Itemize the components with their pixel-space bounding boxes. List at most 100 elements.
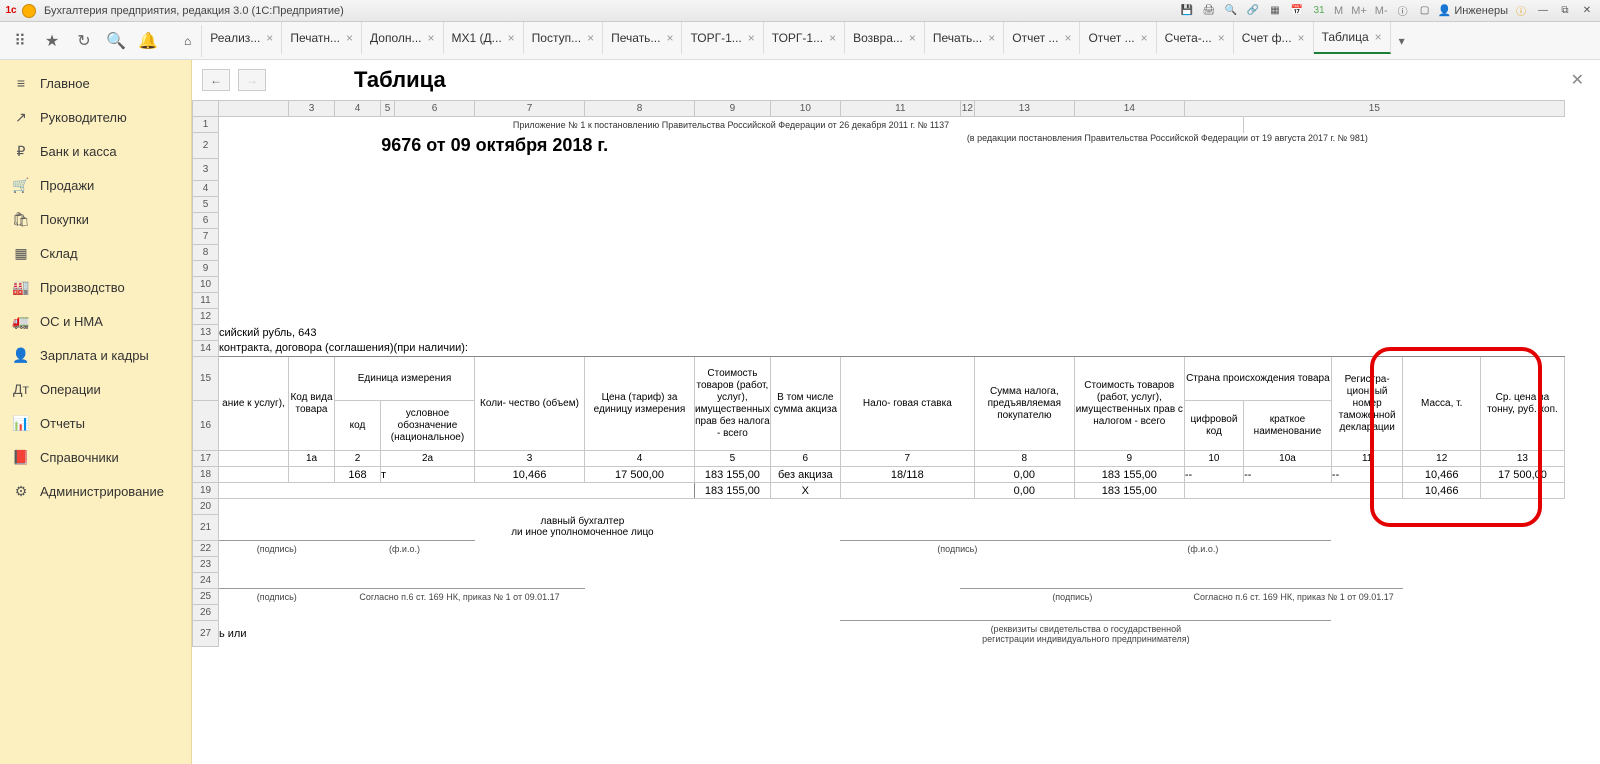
sidebar-icon: ≡: [12, 74, 30, 92]
sidebar-label: ОС и НМА: [40, 314, 103, 329]
search-toolbar-icon[interactable]: 🔍: [100, 25, 132, 57]
tab-label: ТОРГ-1...: [772, 31, 823, 45]
sidebar-label: Продажи: [40, 178, 94, 193]
sidebar-icon: 👤: [12, 346, 30, 364]
save-icon[interactable]: 💾: [1178, 3, 1196, 19]
tab-label: Отчет ...: [1088, 31, 1134, 45]
document-tab[interactable]: Отчет ... ×: [1080, 22, 1156, 54]
back-button[interactable]: ←: [202, 69, 230, 91]
search-icon[interactable]: 🔍: [1222, 3, 1240, 19]
forward-button[interactable]: →: [238, 69, 266, 91]
tab-close-icon[interactable]: ×: [346, 31, 353, 45]
tabs-more-button[interactable]: ▾: [1391, 34, 1413, 48]
sidebar-item[interactable]: 🚛ОС и НМА: [0, 304, 191, 338]
document-number-title: 9676 от 09 октября 2018 г.: [219, 133, 771, 159]
sidebar-item[interactable]: 👤Зарплата и кадры: [0, 338, 191, 372]
sidebar-item[interactable]: ↗Руководителю: [0, 100, 191, 134]
document-tab[interactable]: ТОРГ-1... ×: [764, 22, 845, 54]
tab-close-icon[interactable]: ×: [1064, 31, 1071, 45]
panel-icon[interactable]: ▢: [1416, 3, 1434, 19]
sidebar-icon: ₽: [12, 142, 30, 160]
sidebar-icon: 🏭: [12, 278, 30, 296]
tab-close-icon[interactable]: ×: [508, 31, 515, 45]
date-icon[interactable]: 31: [1310, 3, 1328, 19]
calc-icon[interactable]: ▦: [1266, 3, 1284, 19]
info-icon[interactable]: ⓘ: [1394, 3, 1412, 19]
sidebar-label: Справочники: [40, 450, 119, 465]
tab-close-icon[interactable]: ×: [1375, 30, 1382, 44]
tab-close-icon[interactable]: ×: [829, 31, 836, 45]
spreadsheet[interactable]: 3 4 5 6 7 8 9 10 11 12 13 14 15 1Приложе…: [192, 100, 1600, 764]
tab-close-icon[interactable]: ×: [587, 31, 594, 45]
sidebar-label: Склад: [40, 246, 78, 261]
minimize-button[interactable]: —: [1534, 3, 1552, 19]
calendar-icon[interactable]: 📅: [1288, 3, 1306, 19]
sidebar-icon: 🛒: [12, 176, 30, 194]
document-tab[interactable]: Счета-...×: [1157, 22, 1234, 54]
bell-icon[interactable]: 🔔: [132, 25, 164, 57]
sidebar-item[interactable]: ₽Банк и касса: [0, 134, 191, 168]
document-tab[interactable]: Печатн...×: [282, 22, 362, 54]
sidebar-item[interactable]: 🛒 Продажи: [0, 168, 191, 202]
main-toolbar: ⠿ ★ ↻ 🔍 🔔 ⌂ Реализ...×Печатн...×Дополн..…: [0, 22, 1600, 60]
tab-label: Возвра...: [853, 31, 903, 45]
document-tab[interactable]: Дополн...×: [362, 22, 444, 54]
memory-m-button[interactable]: M: [1332, 5, 1345, 17]
tab-close-icon[interactable]: ×: [1141, 31, 1148, 45]
sidebar-label: Производство: [40, 280, 125, 295]
favorite-icon[interactable]: ★: [36, 25, 68, 57]
user-menu[interactable]: 👤Инженеры: [1438, 4, 1508, 17]
tab-close-icon[interactable]: ×: [266, 31, 273, 45]
help-icon[interactable]: ⓘ: [1512, 3, 1530, 19]
sidebar-icon: ⚙: [12, 482, 30, 500]
document-tab[interactable]: Возвра... ×: [845, 22, 925, 54]
table-row[interactable]: 18 168 т 10,466 17 500,00 183 155,00 без…: [193, 467, 1565, 483]
document-tab[interactable]: Поступ...×: [524, 22, 603, 54]
app-circle-icon: [22, 4, 36, 18]
document-tab[interactable]: Печать...×: [603, 22, 682, 54]
history-icon[interactable]: ↻: [68, 25, 100, 57]
memory-mminus-button[interactable]: M-: [1373, 5, 1390, 17]
memory-mplus-button[interactable]: M+: [1349, 5, 1369, 17]
tab-close-icon[interactable]: ×: [988, 31, 995, 45]
maximize-button[interactable]: ⧉: [1556, 3, 1574, 19]
document-tab[interactable]: Реализ... ×: [202, 22, 282, 54]
apps-icon[interactable]: ⠿: [4, 25, 36, 57]
table-row[interactable]: 19 183 155,00 Х 0,00 183 155,00 10,466: [193, 483, 1565, 499]
sidebar-icon: Дт: [12, 380, 30, 398]
print-icon[interactable]: 🖨: [1200, 3, 1218, 19]
sidebar-item[interactable]: ДтОперации: [0, 372, 191, 406]
link-icon[interactable]: 🔗: [1244, 3, 1262, 19]
document-area: ← → Таблица ✕ 3 4 5 6 7 8 9 10 11: [192, 60, 1600, 764]
sidebar-icon: 🛍: [12, 210, 30, 228]
document-tab[interactable]: МХ1 (Д... ×: [444, 22, 524, 54]
document-tab[interactable]: Таблица ×: [1314, 22, 1391, 54]
document-tab[interactable]: Счет ф...×: [1234, 22, 1314, 54]
tab-close-icon[interactable]: ×: [1218, 31, 1225, 45]
tab-label: Таблица: [1322, 30, 1369, 44]
sidebar-item[interactable]: ⚙Администрирование: [0, 474, 191, 508]
sidebar-item[interactable]: 🛍Покупки: [0, 202, 191, 236]
tab-label: Реализ...: [210, 31, 260, 45]
sidebar-item[interactable]: 📊Отчеты: [0, 406, 191, 440]
home-tab[interactable]: ⌂: [174, 25, 202, 57]
sidebar-item[interactable]: 🏭 Производство: [0, 270, 191, 304]
close-page-button[interactable]: ✕: [1565, 70, 1590, 90]
window-titlebar: 1c Бухгалтерия предприятия, редакция 3.0…: [0, 0, 1600, 22]
sidebar-item[interactable]: 📕Справочники: [0, 440, 191, 474]
tab-label: МХ1 (Д...: [452, 31, 502, 45]
document-tab[interactable]: Отчет ...×: [1004, 22, 1080, 54]
document-tab[interactable]: ТОРГ-1...×: [682, 22, 763, 54]
close-window-button[interactable]: ✕: [1578, 3, 1596, 19]
tab-close-icon[interactable]: ×: [909, 31, 916, 45]
sidebar-item[interactable]: ≡Главное: [0, 66, 191, 100]
tab-label: Печать...: [933, 31, 982, 45]
sidebar-item[interactable]: ▦Склад: [0, 236, 191, 270]
tab-close-icon[interactable]: ×: [748, 31, 755, 45]
corner-cell[interactable]: [193, 101, 219, 117]
sidebar-label: Руководителю: [40, 110, 127, 125]
tab-close-icon[interactable]: ×: [666, 31, 673, 45]
tab-close-icon[interactable]: ×: [1298, 31, 1305, 45]
document-tab[interactable]: Печать... ×: [925, 22, 1004, 54]
tab-close-icon[interactable]: ×: [428, 31, 435, 45]
